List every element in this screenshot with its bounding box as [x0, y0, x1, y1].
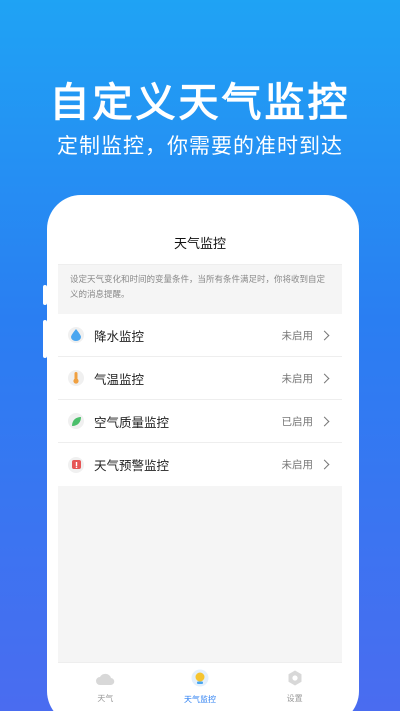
thermometer-icon: [68, 370, 84, 386]
tab-label: 天气监控: [184, 695, 216, 704]
leaf-icon: [68, 413, 84, 429]
chevron-right-icon: [319, 373, 330, 383]
status-text: 未启用: [281, 372, 314, 385]
hero-subtitle: 定制监控，你需要的准时到达: [57, 134, 343, 158]
chevron-right-icon: [319, 459, 330, 470]
app-screen: 天气监控 设定天气变化和时间的变量条件，当所有条件满足时，你将收到自定义的消息提…: [58, 210, 342, 711]
tab-weather-monitor[interactable]: 天气监控: [153, 663, 248, 711]
hero-title: 自定义天气监控: [49, 80, 351, 126]
monitor-description: 设定天气变化和时间的变量条件，当所有条件满足时，你将收到自定义的消息提醒。: [58, 264, 342, 310]
cloud-icon: [95, 671, 115, 690]
tab-label: 天气: [97, 693, 114, 703]
list-item-weather-alert-monitor[interactable]: 天气预警监控 未启用: [58, 443, 342, 486]
tab-settings[interactable]: 设置: [247, 663, 342, 711]
status-text: 未启用: [281, 329, 314, 342]
chevron-right-icon: [319, 416, 330, 426]
warning-icon: [68, 456, 84, 473]
tab-weather[interactable]: 天气: [58, 663, 153, 711]
monitor-list: 降水监控 未启用 气温监控 未启用 空气质量监控 已启用 天气预警监控 未启用: [58, 314, 342, 486]
list-item-temperature-monitor[interactable]: 气温监控 未启用: [58, 357, 342, 400]
tab-label: 设置: [286, 694, 303, 703]
status-text: 未启用: [281, 459, 314, 471]
list-item-air-quality-monitor[interactable]: 空气质量监控 已启用: [58, 400, 342, 443]
page-title: 天气监控: [173, 236, 226, 252]
list-item-label: 气温监控: [94, 371, 145, 387]
list-item-label: 空气质量监控: [94, 414, 170, 430]
settings-icon: [287, 670, 303, 690]
monitor-icon: [191, 669, 209, 691]
list-item-label: 天气预警监控: [94, 458, 170, 473]
chevron-right-icon: [319, 330, 330, 340]
status-text: 已启用: [281, 415, 314, 428]
list-item-label: 降水监控: [94, 328, 145, 344]
app-header: 天气监控: [58, 210, 342, 264]
raindrop-icon: [68, 327, 84, 343]
bottom-tab-bar: 天气 天气监控 设置: [58, 662, 342, 711]
list-item-rain-monitor[interactable]: 降水监控 未启用: [58, 314, 342, 357]
